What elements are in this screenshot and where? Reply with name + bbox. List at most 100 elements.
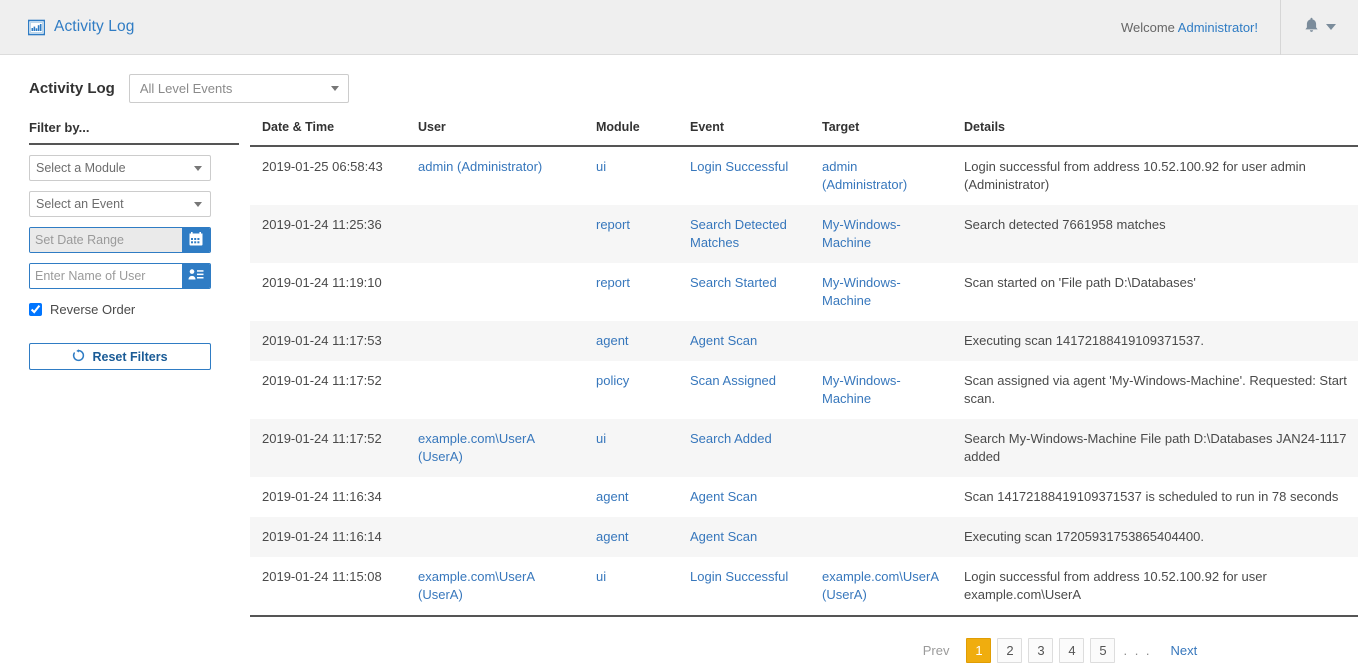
bell-icon[interactable] — [1304, 17, 1319, 37]
cell-target-link[interactable]: My-Windows-Machine — [822, 275, 901, 308]
cell-target-link[interactable]: My-Windows-Machine — [822, 217, 901, 250]
cell-target — [810, 477, 952, 517]
cell-module-link[interactable]: policy — [596, 373, 629, 388]
date-range-input[interactable] — [30, 228, 182, 252]
table-row: 2019-01-24 11:16:14agentAgent ScanExecut… — [250, 517, 1358, 557]
cell-event-link[interactable]: Scan Assigned — [690, 373, 776, 388]
page-head: Activity Log All Level Events — [0, 55, 1358, 103]
cell-module[interactable]: report — [584, 205, 678, 263]
date-range-button[interactable] — [182, 228, 210, 252]
cell-target-link[interactable]: admin (Administrator) — [822, 159, 907, 192]
cell-event-link[interactable]: Agent Scan — [690, 489, 757, 504]
activity-table-wrap: Date & Time User Module Event Target Det… — [250, 120, 1358, 663]
cell-module-link[interactable]: agent — [596, 489, 629, 504]
welcome-label: Welcome — [1121, 20, 1178, 35]
cell-user[interactable]: admin (Administrator) — [406, 146, 584, 205]
pagination: Prev 12345 . . . Next — [500, 617, 1358, 663]
pagination-page-4[interactable]: 4 — [1059, 638, 1084, 663]
cell-module[interactable]: agent — [584, 517, 678, 557]
cell-event[interactable]: Search Added — [678, 419, 810, 477]
cell-user[interactable]: example.com\UserA (UserA) — [406, 557, 584, 616]
brand-group[interactable]: Activity Log — [28, 18, 134, 36]
cell-event-link[interactable]: Search Started — [690, 275, 777, 290]
cell-target[interactable]: My-Windows-Machine — [810, 205, 952, 263]
cell-event-link[interactable]: Search Detected Matches — [690, 217, 787, 250]
cell-event-link[interactable]: Login Successful — [690, 569, 788, 584]
cell-module-link[interactable]: ui — [596, 431, 606, 446]
brand-title: Activity Log — [54, 18, 134, 36]
table-header: Date & Time User Module Event Target Det… — [250, 120, 1358, 146]
cell-module[interactable]: report — [584, 263, 678, 321]
event-select[interactable]: Select an Event — [29, 191, 211, 217]
cell-event-link[interactable]: Agent Scan — [690, 529, 757, 544]
level-events-select[interactable]: All Level Events — [129, 74, 349, 103]
cell-module-link[interactable]: report — [596, 217, 630, 232]
welcome-username[interactable]: Administrator! — [1178, 20, 1258, 35]
chevron-down-icon[interactable] — [1326, 24, 1336, 30]
cell-module[interactable]: policy — [584, 361, 678, 419]
cell-event-link[interactable]: Search Added — [690, 431, 772, 446]
notifications-menu[interactable] — [1280, 0, 1358, 55]
cell-event[interactable]: Login Successful — [678, 557, 810, 616]
cell-user-link[interactable]: example.com\UserA (UserA) — [418, 431, 534, 464]
cell-target — [810, 321, 952, 361]
pagination-page-1[interactable]: 1 — [966, 638, 991, 663]
cell-event[interactable]: Search Started — [678, 263, 810, 321]
user-name-input[interactable] — [30, 264, 182, 288]
pagination-prev[interactable]: Prev — [923, 643, 961, 658]
pagination-next[interactable]: Next — [1160, 643, 1198, 658]
table-row: 2019-01-24 11:17:53agentAgent ScanExecut… — [250, 321, 1358, 361]
pagination-page-5[interactable]: 5 — [1090, 638, 1115, 663]
cell-module-link[interactable]: agent — [596, 529, 629, 544]
cell-target[interactable]: My-Windows-Machine — [810, 263, 952, 321]
cell-user-link[interactable]: example.com\UserA (UserA) — [418, 569, 534, 602]
top-bar-right: Welcome Administrator! — [1121, 0, 1358, 54]
cell-target-link[interactable]: example.com\UserA (UserA) — [822, 569, 938, 602]
cell-datetime: 2019-01-24 11:19:10 — [250, 263, 406, 321]
cell-module-link[interactable]: ui — [596, 569, 606, 584]
reverse-order-checkbox[interactable] — [29, 303, 42, 316]
cell-module-link[interactable]: ui — [596, 159, 606, 174]
chevron-down-icon — [331, 86, 339, 91]
cell-user — [406, 263, 584, 321]
cell-module[interactable]: ui — [584, 419, 678, 477]
cell-target-link[interactable]: My-Windows-Machine — [822, 373, 901, 406]
activity-log-table: Date & Time User Module Event Target Det… — [250, 120, 1358, 617]
reset-filters-button[interactable]: Reset Filters — [29, 343, 211, 370]
filter-sidebar: Filter by... Select a Module Select an E… — [29, 120, 239, 663]
cell-user-link[interactable]: admin (Administrator) — [418, 159, 542, 174]
cell-module-link[interactable]: report — [596, 275, 630, 290]
cell-event[interactable]: Search Detected Matches — [678, 205, 810, 263]
pagination-page-2[interactable]: 2 — [997, 638, 1022, 663]
cell-datetime: 2019-01-24 11:17:53 — [250, 321, 406, 361]
cell-module[interactable]: agent — [584, 477, 678, 517]
cell-event[interactable]: Login Successful — [678, 146, 810, 205]
cell-module[interactable]: ui — [584, 557, 678, 616]
cell-user — [406, 477, 584, 517]
cell-event[interactable]: Agent Scan — [678, 517, 810, 557]
event-filter-field: Select an Event — [29, 191, 239, 217]
cell-target — [810, 419, 952, 477]
module-select[interactable]: Select a Module — [29, 155, 211, 181]
cell-user[interactable]: example.com\UserA (UserA) — [406, 419, 584, 477]
cell-target[interactable]: example.com\UserA (UserA) — [810, 557, 952, 616]
cell-user — [406, 205, 584, 263]
cell-target[interactable]: admin (Administrator) — [810, 146, 952, 205]
cell-event[interactable]: Agent Scan — [678, 321, 810, 361]
cell-details: Search My-Windows-Machine File path D:\D… — [952, 419, 1358, 477]
table-row: 2019-01-24 11:17:52policyScan AssignedMy… — [250, 361, 1358, 419]
table-row: 2019-01-24 11:19:10 report Search Started M… — [250, 263, 1358, 321]
level-events-value: All Level Events — [140, 81, 233, 96]
cell-module-link[interactable]: agent — [596, 333, 629, 348]
cell-event-link[interactable]: Login Successful — [690, 159, 788, 174]
cell-event-link[interactable]: Agent Scan — [690, 333, 757, 348]
cell-module[interactable]: agent — [584, 321, 678, 361]
cell-event[interactable]: Agent Scan — [678, 477, 810, 517]
reverse-order-row[interactable]: Reverse Order — [29, 302, 239, 317]
column-header-datetime: Date & Time — [250, 120, 406, 146]
pagination-page-3[interactable]: 3 — [1028, 638, 1053, 663]
cell-target[interactable]: My-Windows-Machine — [810, 361, 952, 419]
cell-event[interactable]: Scan Assigned — [678, 361, 810, 419]
cell-module[interactable]: ui — [584, 146, 678, 205]
user-picker-button[interactable] — [182, 264, 210, 288]
